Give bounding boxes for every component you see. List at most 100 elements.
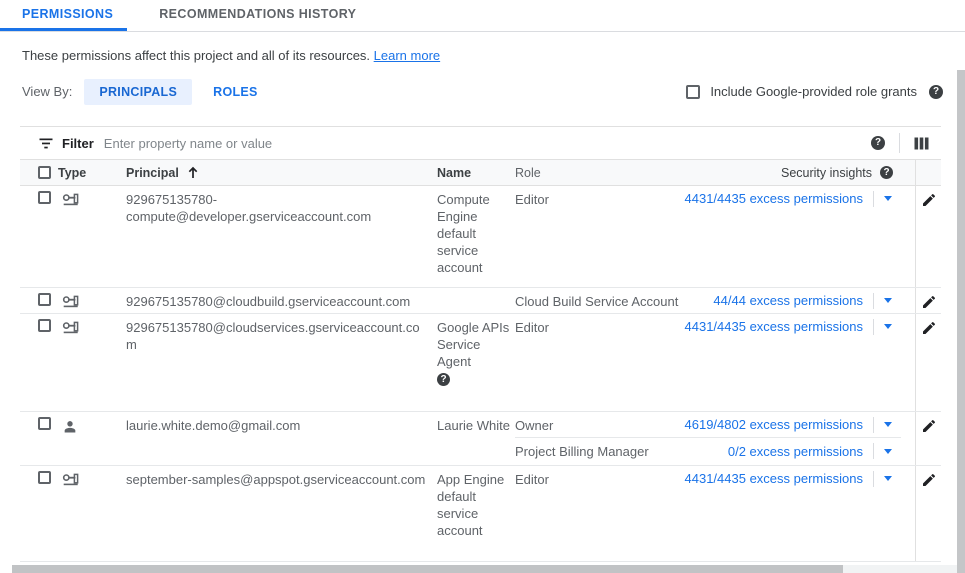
role-binding-row: Editor4431/4435 excess permissions [515,186,901,211]
row-checkbox[interactable] [38,319,51,332]
filter-icon [38,137,54,150]
view-by-option-principals[interactable]: PRINCIPALS [84,79,192,105]
principal-name-cell: Laurie White [437,412,515,465]
view-by-row: View By: PRINCIPALSROLES Include Google-… [22,78,943,105]
column-header-name[interactable]: Name [437,160,515,185]
column-header-security-insights[interactable]: Role Security insights ? [515,160,915,185]
caret-down-icon [884,324,892,329]
header-edit-cell [915,160,941,185]
edit-cell [915,186,941,287]
column-header-principal[interactable]: Principal [102,160,437,185]
caret-down-icon [884,476,892,481]
caret-down-icon [884,449,892,454]
column-header-role[interactable]: Role [515,166,541,180]
view-by-label: View By: [22,84,72,99]
edit-cell [915,288,941,313]
include-google-roles-checkbox[interactable] [686,85,700,99]
include-google-roles-label: Include Google-provided role grants [710,84,917,99]
principal-type-cell [58,288,102,313]
caret-down-icon [884,196,892,201]
excess-permissions-link[interactable]: 4431/4435 excess permissions [685,190,864,207]
principal-name: App Engine default service account [437,472,504,538]
role-binding-row: Owner4619/4802 excess permissions [515,412,901,437]
caret-down-icon [884,422,892,427]
roles-cell: Editor4431/4435 excess permissions [515,466,915,561]
row-checkbox[interactable] [38,471,51,484]
row-select-cell [20,412,58,465]
principal-name-cell: Google APIs Service Agent? [437,314,515,411]
edit-pencil-icon[interactable] [921,320,937,336]
horizontal-scrollbar[interactable] [12,565,957,573]
role-name: Project Billing Manager [515,442,728,460]
principal-name-cell: App Engine default service account [437,466,515,561]
table-row: september-samples@appspot.gserviceaccoun… [20,466,941,562]
caret-down-icon [884,298,892,303]
select-all-checkbox[interactable] [38,166,51,179]
edit-cell [915,412,941,465]
service-account-icon [62,473,102,486]
edit-pencil-icon[interactable] [921,472,937,488]
help-icon[interactable]: ? [880,166,893,179]
edit-cell [915,314,941,411]
vertical-scrollbar[interactable] [957,70,965,573]
principal-type-cell [58,466,102,561]
tab-recommendations-history[interactable]: RECOMMENDATIONS HISTORY [145,0,370,31]
insight-dropdown-button[interactable] [873,191,901,207]
insight-dropdown-button[interactable] [873,417,901,433]
role-name: Editor [515,318,685,336]
person-icon [62,419,102,434]
filter-label: Filter [62,136,94,151]
role-name: Cloud Build Service Account [515,292,713,310]
help-icon[interactable]: ? [437,373,450,386]
row-checkbox[interactable] [38,293,51,306]
insight-dropdown-button[interactable] [873,443,901,459]
view-by-option-roles[interactable]: ROLES [198,79,273,105]
principal-email: september-samples@appspot.gserviceaccoun… [102,466,437,561]
sort-ascending-icon [187,166,199,179]
service-account-icon [62,295,102,308]
principal-type-cell [58,314,102,411]
excess-permissions-link[interactable]: 4431/4435 excess permissions [685,318,864,335]
table-row: 929675135780-compute@developer.gservicea… [20,186,941,288]
row-select-cell [20,186,58,287]
service-account-icon [62,193,102,206]
column-display-icon[interactable] [914,137,929,150]
edit-pencil-icon[interactable] [921,294,937,310]
help-icon[interactable]: ? [871,136,885,150]
principal-type-cell [58,186,102,287]
service-account-icon [62,321,102,334]
insight-dropdown-button[interactable] [873,471,901,487]
row-checkbox[interactable] [38,417,51,430]
iam-permissions-page: PERMISSIONS RECOMMENDATIONS HISTORY These… [0,0,965,562]
table-row: laurie.white.demo@gmail.comLaurie WhiteO… [20,412,941,466]
excess-permissions-link[interactable]: 4619/4802 excess permissions [685,416,864,433]
horizontal-scrollbar-thumb[interactable] [12,565,843,573]
tab-permissions[interactable]: PERMISSIONS [0,0,127,31]
principal-name: Laurie White [437,418,510,433]
help-icon[interactable]: ? [929,85,943,99]
excess-permissions-link[interactable]: 44/44 excess permissions [713,292,863,309]
toolbar-divider [899,133,900,153]
edit-pencil-icon[interactable] [921,418,937,434]
roles-cell: Editor4431/4435 excess permissions [515,186,915,287]
row-checkbox[interactable] [38,191,51,204]
role-name: Owner [515,416,685,434]
table-header-row: Type Principal Name Role Security insigh… [20,160,941,186]
role-name: Editor [515,190,685,208]
roles-cell: Editor4431/4435 excess permissions [515,314,915,411]
principal-name: Google APIs Service Agent [437,320,509,369]
edit-cell [915,466,941,561]
table-body: 929675135780-compute@developer.gservicea… [20,186,941,562]
column-header-type[interactable]: Type [58,160,102,185]
description-text: These permissions affect this project an… [22,48,370,63]
row-select-cell [20,288,58,313]
insight-dropdown-button[interactable] [873,293,901,309]
edit-pencil-icon[interactable] [921,192,937,208]
learn-more-link[interactable]: Learn more [374,48,440,63]
filter-input[interactable] [104,136,871,151]
principal-email: 929675135780-compute@developer.gservicea… [102,186,437,287]
excess-permissions-link[interactable]: 4431/4435 excess permissions [685,470,864,487]
table-row: 929675135780@cloudservices.gserviceaccou… [20,314,941,412]
excess-permissions-link[interactable]: 0/2 excess permissions [728,443,863,460]
insight-dropdown-button[interactable] [873,319,901,335]
